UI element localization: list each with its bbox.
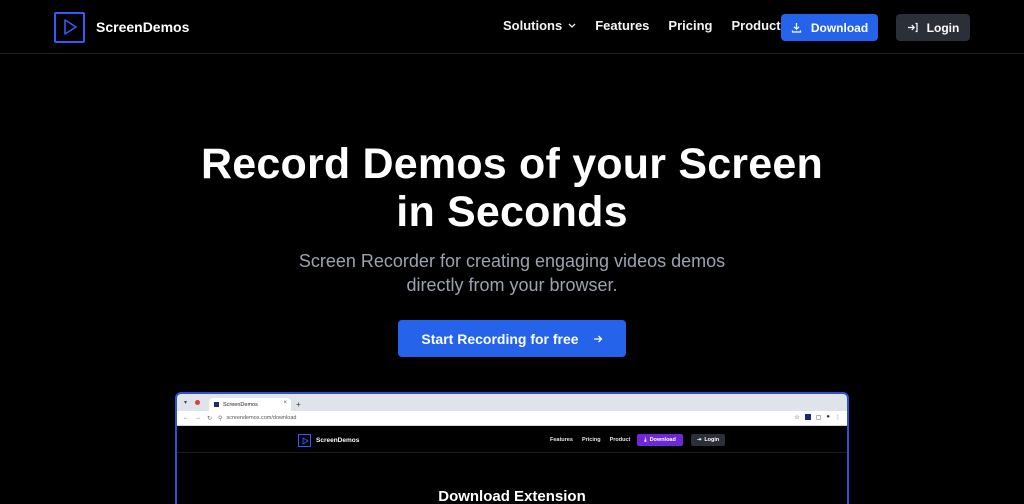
preview-back-icon: ← (183, 415, 189, 421)
preview-play-icon (298, 434, 311, 447)
preview-star-icon: ☆ (794, 415, 800, 421)
preview-menu-icon: ▾ (183, 400, 187, 406)
hero-title: Record Demos of your Screen in Seconds (0, 140, 1024, 236)
preview-profile-icon: ● (826, 414, 830, 420)
download-button[interactable]: Download (781, 14, 878, 41)
login-icon (907, 22, 918, 33)
brand-name: ScreenDemos (96, 19, 190, 35)
nav-pricing[interactable]: Pricing (668, 18, 712, 33)
download-button-label: Download (810, 20, 869, 35)
preview-favicon-icon (214, 402, 219, 407)
preview-forward-icon: → (195, 415, 201, 421)
hero-subtitle: Screen Recorder for creating engaging vi… (272, 249, 752, 297)
nav-solutions-label: Solutions (503, 18, 563, 33)
preview-brand-name: ScreenDemos (316, 437, 360, 444)
preview-urlbar: ← → ↻ ⚲ screendemos.com/download ☆ ▢ ● ⋮ (177, 411, 847, 426)
preview-url: screendemos.com/download (226, 415, 297, 421)
hero-subtitle-line-1: Screen Recorder for creating engaging vi… (298, 251, 726, 271)
preview-download-icon: ⤓ (644, 436, 647, 443)
preview-heading: Download Extension (438, 488, 586, 504)
preview-record-icon (193, 398, 202, 407)
top-nav: ScreenDemos Solutions Features Pricing P… (0, 0, 1024, 54)
preview-login-icon: ⇥ (696, 437, 702, 443)
preview-more-icon: ⋮ (835, 415, 841, 421)
preview-tab-close-icon: × (283, 400, 287, 406)
nav-links: Solutions Features Pricing Product (503, 18, 800, 33)
preview-site-icon: ⚲ (218, 415, 223, 422)
login-button[interactable]: Login (896, 14, 970, 41)
arrow-right-icon (593, 335, 602, 342)
preview-tabbar: ▾ ScreenDemos × + (177, 394, 847, 411)
download-icon (791, 23, 801, 33)
preview-link-product: Product (609, 437, 631, 443)
nav-solutions[interactable]: Solutions (503, 18, 576, 33)
preview-toolbar: ☆ ▢ ● ⋮ (794, 414, 841, 421)
preview-links: Features Pricing Product (550, 437, 639, 443)
preview-login-label: Login (704, 437, 720, 443)
preview-download-label: Download (649, 437, 676, 443)
preview-link-pricing: Pricing (581, 437, 601, 443)
nav-product[interactable]: Product (732, 18, 781, 33)
chevron-down-icon (568, 23, 576, 28)
brand[interactable]: ScreenDemos (54, 11, 189, 43)
preview-link-features: Features (550, 437, 573, 443)
preview-extension-icon (804, 414, 811, 420)
preview-site-nav: ScreenDemos Features Pricing Product ⤓ D… (177, 429, 847, 453)
start-recording-label: Start Recording for free (421, 330, 579, 347)
nav-features[interactable]: Features (595, 18, 649, 33)
login-button-label: Login (926, 20, 960, 35)
preview-brand: ScreenDemos (298, 434, 359, 447)
browser-preview: ▾ ScreenDemos × + ← → ↻ ⚲ screendemos.co… (175, 392, 849, 504)
preview-new-tab-icon: + (296, 400, 301, 409)
play-icon (54, 11, 85, 43)
hero-subtitle-line-2: directly from your browser. (406, 275, 618, 295)
preview-download-button: ⤓ Download (637, 434, 683, 446)
preview-tab: ScreenDemos × (209, 398, 291, 411)
preview-reload-icon: ↻ (207, 415, 213, 422)
preview-login-button: ⇥ Login (691, 434, 725, 446)
preview-puzzle-icon: ▢ (815, 415, 822, 421)
hero-title-line-2: in Seconds (396, 188, 628, 236)
hero-title-line-1: Record Demos of your Screen (201, 140, 823, 188)
preview-tab-title: ScreenDemos (223, 401, 258, 408)
start-recording-button[interactable]: Start Recording for free (398, 320, 626, 357)
